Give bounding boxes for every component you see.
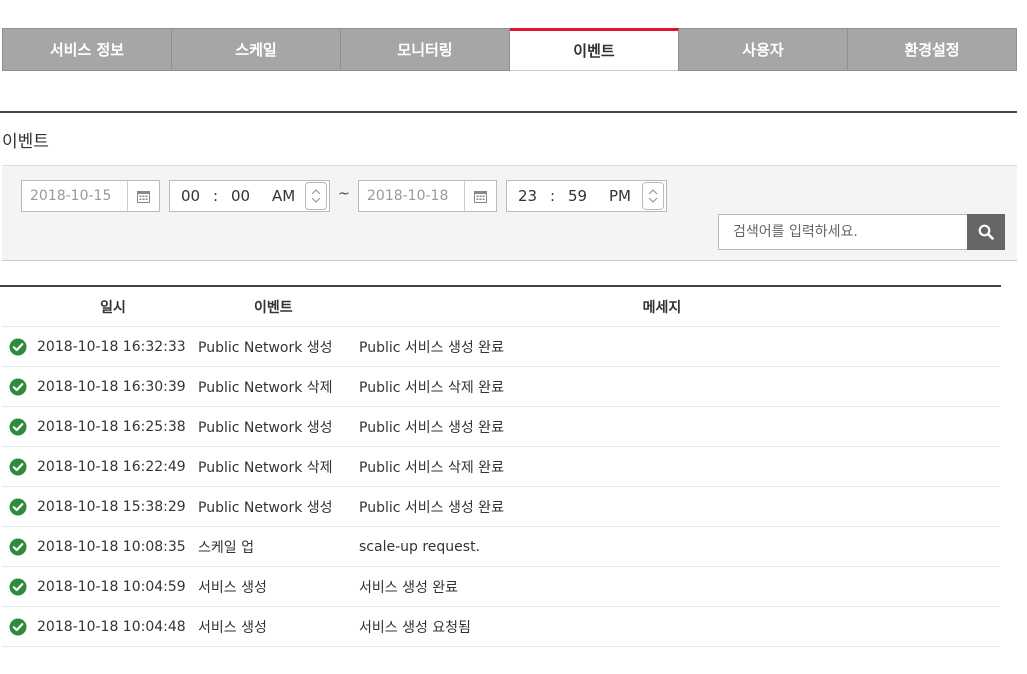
table-row[interactable]: 2018-10-18 16:25:38 Public Network 생성 Publ… (2, 407, 1000, 447)
table-row[interactable]: 2018-10-18 15:38:29 Public Network 생성 Publ… (2, 487, 1000, 527)
tab-scale[interactable]: 스케일 (172, 28, 341, 71)
header-message: 메세지 (642, 299, 682, 316)
search-bar (718, 214, 1006, 250)
row-message: 서비스 생성 요청됨 (359, 619, 471, 636)
row-message: Public 서비스 생성 완료 (359, 499, 504, 516)
tab-settings[interactable]: 환경설정 (848, 28, 1017, 71)
search-input[interactable] (718, 214, 967, 250)
check-circle-icon (9, 498, 27, 515)
start-minute[interactable]: 00 (231, 187, 253, 205)
range-separator: ~ (338, 186, 350, 202)
start-date-picker[interactable]: 2018-10-15 (21, 180, 160, 212)
start-hour[interactable]: 00 (181, 187, 201, 205)
check-circle-icon (9, 578, 27, 595)
row-date: 2018-10-18 16:32:33 (37, 338, 186, 355)
chevron-down-icon[interactable] (648, 196, 658, 204)
table-row[interactable]: 2018-10-18 10:04:59 서비스 생성 서비스 생성 완료 (2, 567, 1000, 607)
table-row[interactable]: 2018-10-18 10:08:35 스케일 업 scale-up request… (2, 527, 1000, 567)
row-event: 서비스 생성 (198, 619, 267, 636)
event-table: 일시 이벤트 메세지 2018-10-18 16:32:33 Public Net… (2, 287, 1000, 647)
row-message: Public 서비스 생성 완료 (359, 419, 504, 436)
row-date: 2018-10-18 10:04:48 (37, 618, 186, 635)
calendar-icon[interactable] (127, 181, 159, 211)
row-event: Public Network 생성 (198, 339, 333, 356)
end-date-input[interactable]: 2018-10-18 (359, 181, 464, 211)
check-circle-icon (9, 618, 27, 635)
end-ampm[interactable]: PM (609, 187, 635, 205)
row-message: Public 서비스 삭제 완료 (359, 379, 504, 396)
filter-panel: 2018-10-15 00 : 00 AM ~ 2018-10-18 23 : … (2, 165, 1017, 261)
page-title: 이벤트 (2, 132, 49, 152)
end-date-picker[interactable]: 2018-10-18 (358, 180, 497, 212)
tab-users[interactable]: 사용자 (679, 28, 848, 71)
time-separator: : (550, 187, 556, 205)
table-header: 일시 이벤트 메세지 (2, 287, 1000, 327)
end-minute[interactable]: 59 (568, 187, 590, 205)
row-message: Public 서비스 삭제 완료 (359, 459, 504, 476)
search-icon (978, 224, 994, 240)
header-event: 이벤트 (254, 299, 293, 316)
row-event: Public Network 삭제 (198, 379, 333, 396)
header-date: 일시 (100, 299, 126, 316)
start-time-spinner[interactable] (305, 182, 327, 210)
row-date: 2018-10-18 15:38:29 (37, 498, 186, 515)
row-event: 스케일 업 (198, 539, 254, 556)
table-row[interactable]: 2018-10-18 16:22:49 Public Network 삭제 Publ… (2, 447, 1000, 487)
end-time-picker[interactable]: 23 : 59 PM (506, 180, 667, 212)
row-date: 2018-10-18 10:08:35 (37, 538, 186, 555)
check-circle-icon (9, 338, 27, 355)
tab-monitoring[interactable]: 모니터링 (341, 28, 510, 71)
start-ampm[interactable]: AM (272, 187, 298, 205)
end-time-spinner[interactable] (642, 182, 664, 210)
tab-service-info[interactable]: 서비스 정보 (2, 28, 172, 71)
start-time-picker[interactable]: 00 : 00 AM (169, 180, 330, 212)
chevron-up-icon[interactable] (311, 188, 321, 196)
tab-bar: 서비스 정보 스케일 모니터링 이벤트 사용자 환경설정 (2, 28, 1017, 71)
row-event: Public Network 생성 (198, 419, 333, 436)
chevron-down-icon[interactable] (311, 196, 321, 204)
row-event: Public Network 삭제 (198, 459, 333, 476)
row-date: 2018-10-18 16:22:49 (37, 458, 186, 475)
row-message: 서비스 생성 완료 (359, 579, 459, 596)
check-circle-icon (9, 458, 27, 475)
section-divider (0, 111, 1017, 113)
row-event: Public Network 생성 (198, 499, 333, 516)
search-button[interactable] (967, 214, 1005, 250)
calendar-icon[interactable] (464, 181, 496, 211)
table-row[interactable]: 2018-10-18 10:04:48 서비스 생성 서비스 생성 요청됨 (2, 607, 1000, 647)
check-circle-icon (9, 378, 27, 395)
tab-events[interactable]: 이벤트 (510, 28, 679, 71)
chevron-up-icon[interactable] (648, 188, 658, 196)
row-message: Public 서비스 생성 완료 (359, 339, 504, 356)
end-hour[interactable]: 23 (518, 187, 538, 205)
table-row[interactable]: 2018-10-18 16:32:33 Public Network 생성 Publ… (2, 327, 1000, 367)
check-circle-icon (9, 418, 27, 435)
check-circle-icon (9, 538, 27, 555)
row-event: 서비스 생성 (198, 579, 267, 596)
time-separator: : (213, 187, 219, 205)
start-date-input[interactable]: 2018-10-15 (22, 181, 127, 211)
row-message: scale-up request. (359, 538, 481, 555)
row-date: 2018-10-18 16:30:39 (37, 378, 186, 395)
row-date: 2018-10-18 16:25:38 (37, 418, 186, 435)
row-date: 2018-10-18 10:04:59 (37, 578, 186, 595)
table-row[interactable]: 2018-10-18 16:30:39 Public Network 삭제 Publ… (2, 367, 1000, 407)
